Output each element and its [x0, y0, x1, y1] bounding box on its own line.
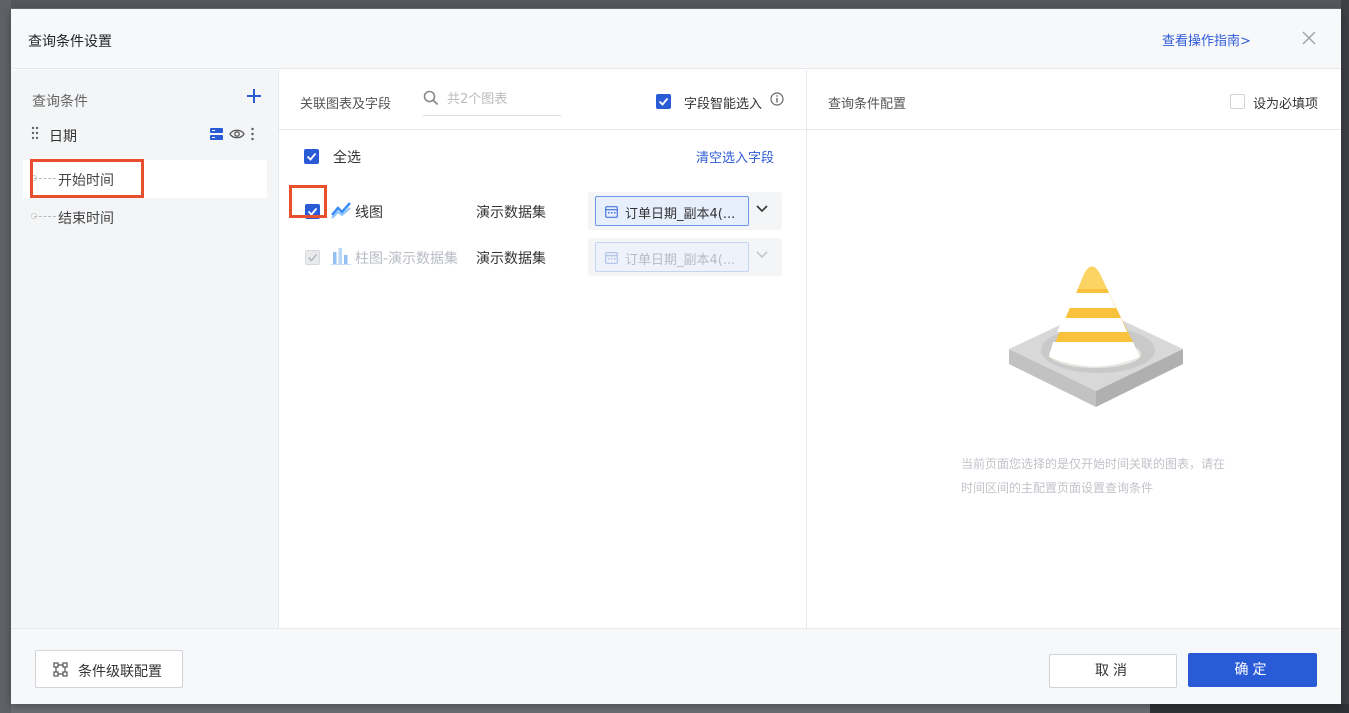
empty-state-message: 当前页面您选择的是仅开始时间关联的图表，请在时间区间的主配置页面设置查询条件 — [961, 457, 1226, 495]
more-icon[interactable] — [250, 127, 255, 141]
dialog-title: 查询条件设置 — [28, 34, 112, 50]
chart-name: 线图 — [355, 205, 383, 221]
linked-charts-panel: 关联图表及字段 字段智能选入 全选 清空选入字段 — [279, 70, 807, 628]
query-settings-dialog: 查询条件设置 查看操作指南> 查询条件 日期 开始时间 结束时间 关联图表及字段… — [11, 9, 1341, 704]
chart-dataset: 演示数据集 — [476, 205, 546, 221]
confirm-button[interactable]: 确定 — [1188, 653, 1317, 687]
condition-config-panel: 查询条件配置 设为必填项 当前页面您选择的是仅开始时间关联的图表，请在时间区间的… — [807, 70, 1341, 628]
dialog-footer: 条件级联配置 取消 确定 — [11, 628, 1341, 704]
field-value-box[interactable]: 订单日期_副本4(... — [595, 196, 749, 226]
calendar-icon — [605, 206, 618, 218]
select-all-label: 全选 — [333, 150, 361, 166]
cancel-button[interactable]: 取消 — [1049, 654, 1177, 688]
line-chart-icon — [331, 202, 351, 219]
dataset-icon[interactable] — [210, 128, 223, 140]
sub-item-end-time[interactable]: 结束时间 — [23, 198, 267, 236]
condition-list-title: 查询条件 — [32, 94, 88, 110]
chart-search-input[interactable] — [447, 88, 557, 110]
smart-select-label: 字段智能选入 — [684, 97, 763, 112]
chevron-down-icon — [756, 251, 768, 259]
cascade-icon — [53, 662, 68, 677]
required-label: 设为必填项 — [1253, 97, 1319, 112]
condition-list-panel: 查询条件 日期 开始时间 结束时间 — [11, 70, 279, 628]
condition-item-date[interactable]: 日期 — [11, 112, 279, 156]
field-select[interactable]: 订单日期_副本4(... — [588, 192, 782, 230]
search-icon — [423, 90, 439, 106]
backdrop-left — [0, 0, 11, 713]
info-icon[interactable] — [770, 92, 784, 106]
required-checkbox[interactable] — [1230, 94, 1245, 109]
linked-charts-header: 关联图表及字段 字段智能选入 — [279, 70, 806, 130]
drag-handle-icon[interactable] — [31, 126, 39, 140]
cascade-config-button[interactable]: 条件级联配置 — [35, 650, 183, 688]
smart-select-checkbox[interactable] — [656, 94, 671, 109]
field-value-box: 订单日期_副本4(... — [595, 242, 749, 272]
condition-config-header: 查询条件配置 设为必填项 — [807, 70, 1341, 130]
sub-item-label: 结束时间 — [58, 211, 114, 227]
highlight-box-line-checkbox — [289, 185, 327, 218]
add-condition-icon[interactable] — [245, 87, 263, 105]
calendar-icon — [605, 252, 618, 264]
chart-dataset: 演示数据集 — [476, 251, 546, 267]
chart-search — [423, 84, 561, 116]
cascade-config-label: 条件级联配置 — [78, 664, 162, 680]
backdrop-right — [1341, 0, 1349, 713]
condition-config-title: 查询条件配置 — [828, 97, 907, 112]
highlight-box-start-time — [30, 159, 144, 198]
chart-row-line: 线图 演示数据集 订单日期_副本4(... — [279, 192, 806, 230]
condition-label: 日期 — [49, 129, 77, 145]
traffic-cone-illustration — [1009, 266, 1183, 407]
field-select-disabled: 订单日期_副本4(... — [588, 238, 782, 276]
backdrop-bottom — [1150, 704, 1349, 713]
tree-line — [34, 216, 56, 217]
field-value: 订单日期_副本4(... — [625, 207, 736, 222]
chart-name: 柱图-演示数据集 — [355, 251, 459, 267]
chart-checkbox-disabled — [305, 250, 320, 265]
bar-chart-icon — [331, 248, 351, 265]
close-icon[interactable] — [1298, 27, 1320, 49]
field-value: 订单日期_副本4(... — [625, 253, 736, 268]
chart-row-bar: 柱图-演示数据集 演示数据集 订单日期_副本4(... — [279, 238, 806, 276]
eye-icon[interactable] — [229, 127, 245, 141]
dialog-header: 查询条件设置 查看操作指南> — [11, 9, 1341, 69]
select-all-checkbox[interactable] — [304, 149, 319, 164]
linked-charts-title: 关联图表及字段 — [300, 97, 392, 112]
backdrop-top — [0, 0, 1349, 8]
chevron-down-icon[interactable] — [755, 204, 769, 214]
guide-link[interactable]: 查看操作指南> — [1162, 30, 1251, 49]
clear-fields-link[interactable]: 清空选入字段 — [696, 147, 774, 166]
